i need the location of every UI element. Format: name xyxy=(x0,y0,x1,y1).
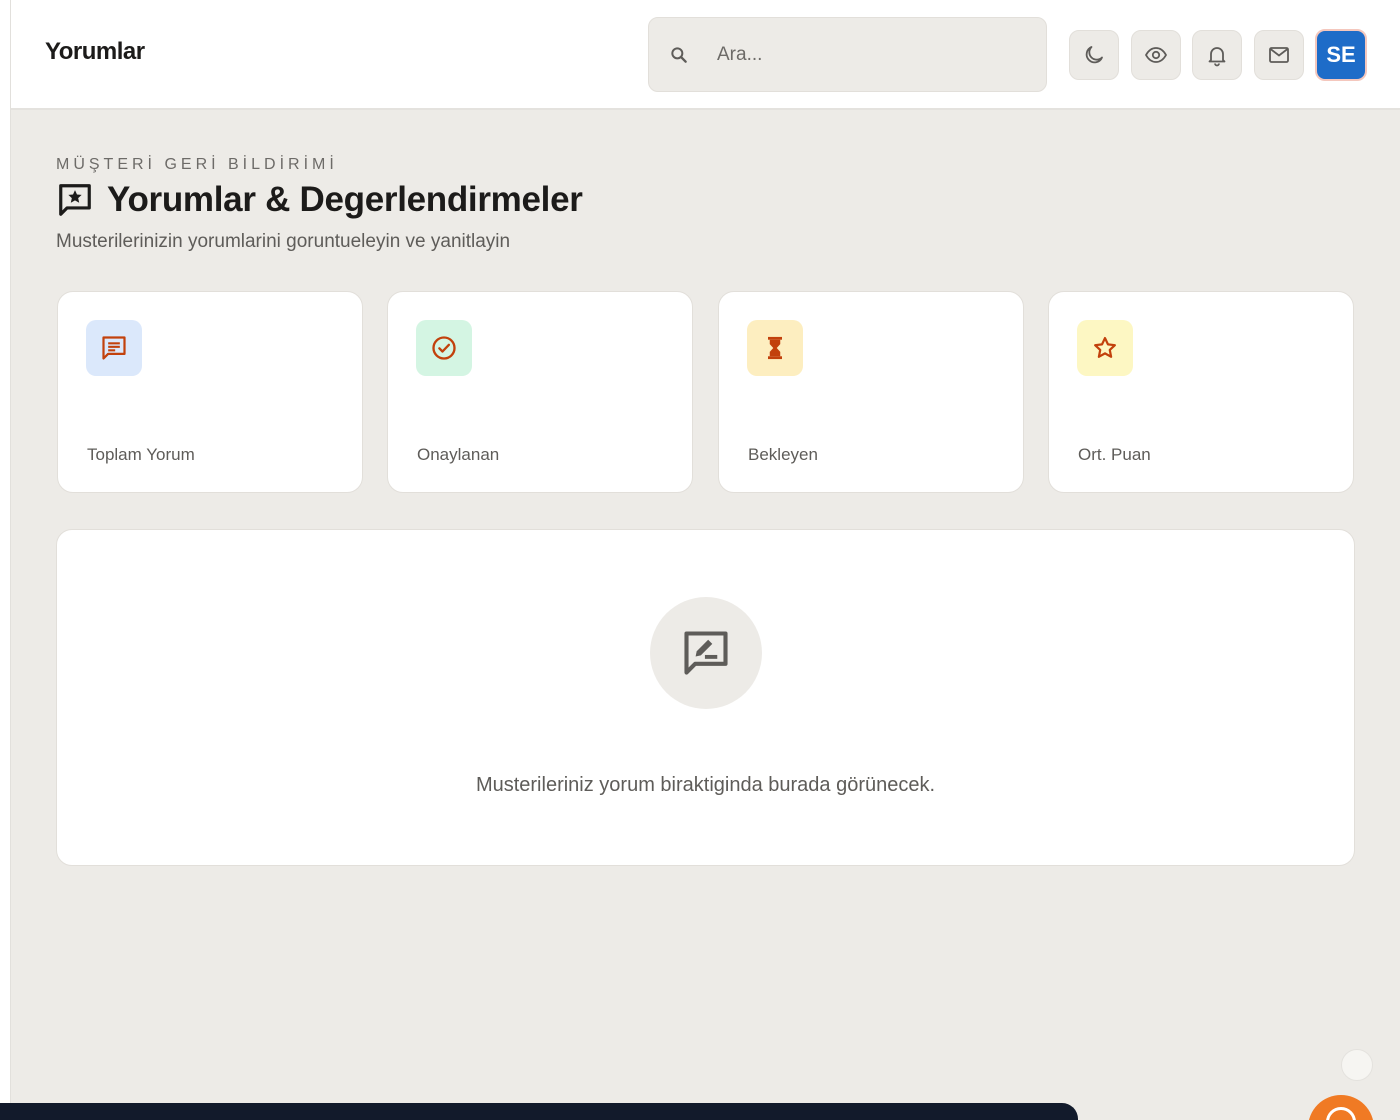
stat-label: Onaylanan xyxy=(417,445,500,464)
app-title: Yorumlar xyxy=(45,38,145,65)
check-circle-icon xyxy=(432,336,456,360)
search-input[interactable] xyxy=(717,40,1017,70)
chat-icon xyxy=(1326,1107,1356,1120)
stat-card-average-rating: Ort. Puan xyxy=(1048,291,1354,493)
rate-review-icon xyxy=(684,631,728,675)
empty-state-message: Musterileriniz yorum biraktiginda burada… xyxy=(475,774,936,796)
page-title: Yorumlar & Degerlendirmeler xyxy=(107,180,583,219)
reviews-empty-state: Musterileriniz yorum biraktiginda burada… xyxy=(56,529,1355,866)
stat-label: Bekleyen xyxy=(748,445,818,464)
notifications-button[interactable] xyxy=(1192,30,1242,80)
stat-card-total-reviews: Toplam Yorum xyxy=(57,291,363,493)
empty-state-icon-wrap xyxy=(650,597,762,709)
scroll-top-button[interactable] xyxy=(1341,1049,1373,1081)
mail-icon xyxy=(1269,47,1289,63)
page-eyebrow: MÜŞTERİ GERİ BİLDİRİMİ xyxy=(56,156,338,173)
star-icon xyxy=(1094,336,1116,358)
messages-button[interactable] xyxy=(1254,30,1304,80)
moon-icon xyxy=(1085,46,1103,64)
page-heading: Yorumlar & Degerlendirmeler xyxy=(56,180,583,220)
stat-card-approved: Onaylanan xyxy=(387,291,693,493)
stat-label: Toplam Yorum xyxy=(87,445,195,464)
comment-icon xyxy=(102,336,126,360)
bell-icon xyxy=(1208,47,1226,67)
top-bar: Yorumlar SE xyxy=(11,0,1400,110)
stat-label: Ort. Puan xyxy=(1078,445,1151,464)
hourglass-icon xyxy=(768,336,782,360)
page-subtitle: Musterilerinizin yorumlarini goruntueley… xyxy=(56,231,511,252)
chat-fab-button[interactable] xyxy=(1308,1095,1374,1120)
search-box[interactable] xyxy=(648,17,1047,92)
bottom-banner xyxy=(0,1103,1078,1120)
visibility-button[interactable] xyxy=(1131,30,1181,80)
eye-icon xyxy=(1144,47,1168,63)
reviews-icon xyxy=(59,184,91,216)
theme-toggle-button[interactable] xyxy=(1069,30,1119,80)
search-icon xyxy=(671,47,687,63)
sidebar-rail xyxy=(0,0,11,1120)
user-avatar[interactable]: SE xyxy=(1315,29,1367,81)
stat-card-pending: Bekleyen xyxy=(718,291,1024,493)
